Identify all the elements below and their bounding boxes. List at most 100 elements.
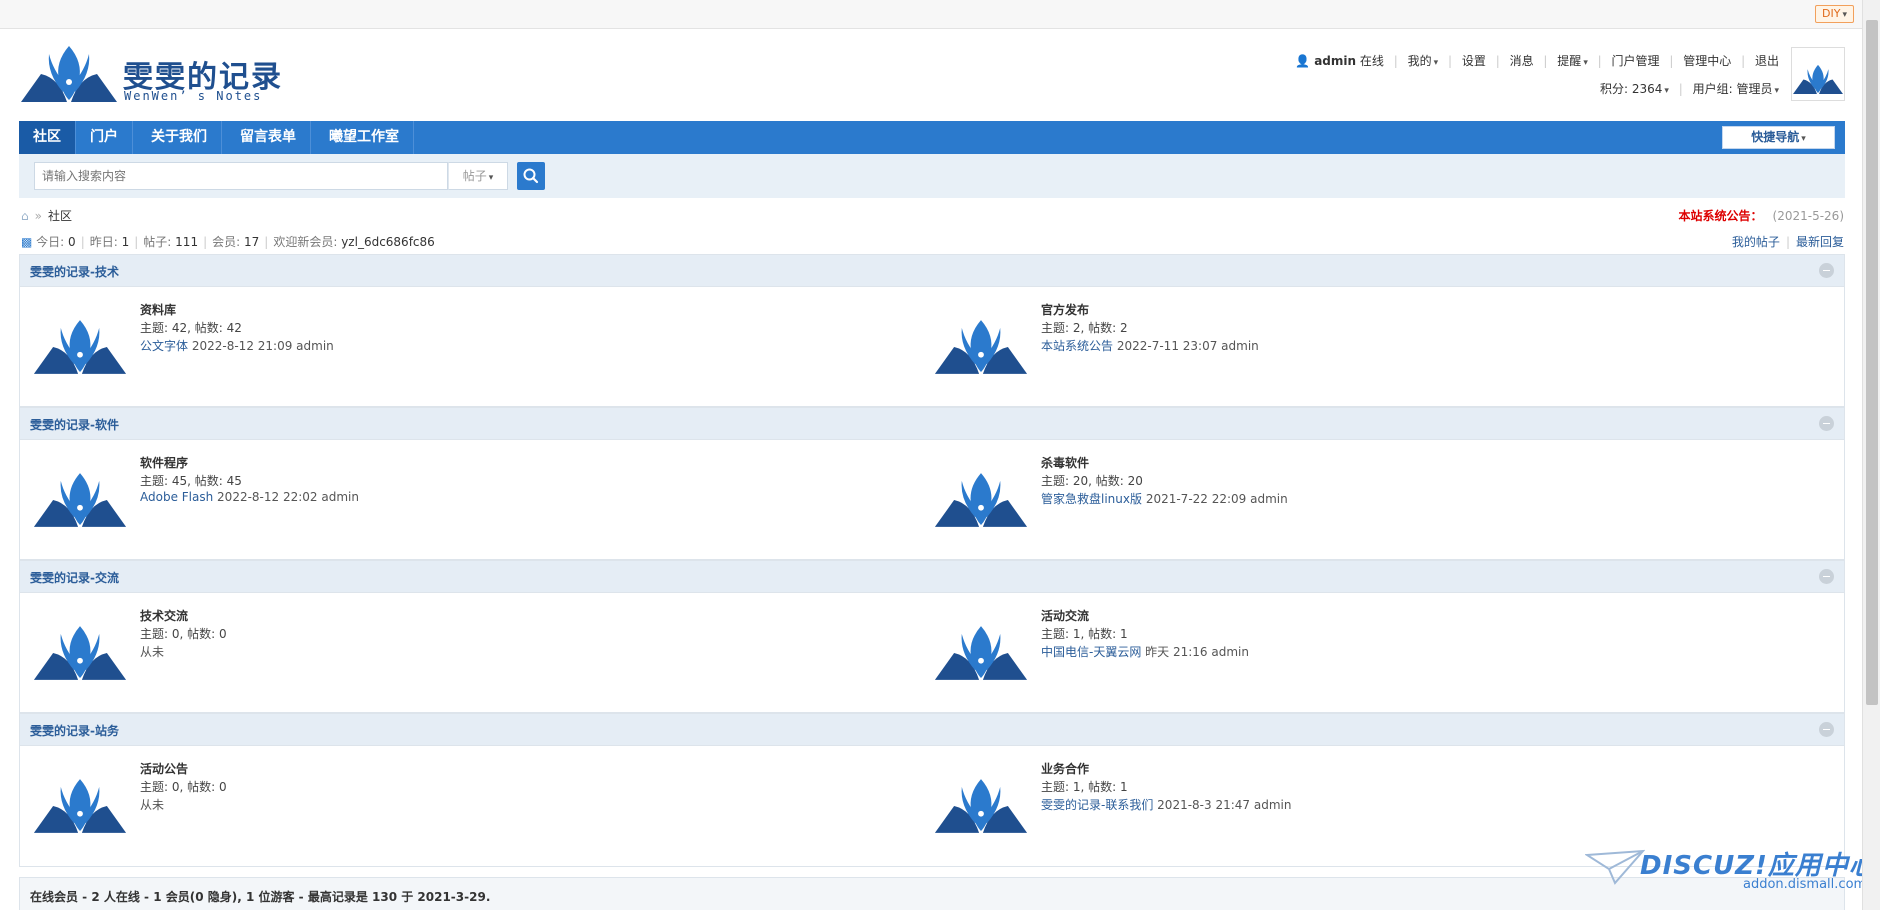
- forum-name[interactable]: 业务合作: [1041, 760, 1291, 778]
- section-title[interactable]: 雯雯的记录-技术: [30, 263, 119, 280]
- forum-last-post: 管家急救盘linux版 2021-7-22 22:09 admin: [1041, 492, 1288, 506]
- section-title[interactable]: 雯雯的记录-软件: [30, 416, 119, 433]
- forum-counts: 主题: 42, 帖数: 42: [140, 321, 242, 335]
- collapse-icon[interactable]: [1819, 569, 1834, 584]
- site-notice: 本站系统公告： (2021-5-26): [1679, 207, 1844, 224]
- forum-book-icon[interactable]: [32, 315, 128, 381]
- last-post-link[interactable]: Adobe Flash: [140, 490, 213, 504]
- forum-book-icon[interactable]: [32, 774, 128, 840]
- forum-counts: 主题: 2, 帖数: 2: [1041, 321, 1128, 335]
- usergroup-menu[interactable]: 用户组: 管理员 ▾: [1693, 80, 1779, 97]
- nav-item-guestbook[interactable]: 留言表单: [226, 121, 311, 154]
- forum-name[interactable]: 资料库: [140, 301, 334, 319]
- quick-links: 我的帖子 | 最新回复: [1731, 235, 1844, 249]
- forum-book-icon[interactable]: [32, 621, 128, 687]
- book-logo-icon: [21, 46, 117, 102]
- chart-icon: ▩: [21, 235, 33, 249]
- home-icon[interactable]: ⌂: [21, 209, 29, 223]
- search-button[interactable]: [517, 162, 545, 190]
- quick-nav-button[interactable]: 快捷导航 ▾: [1722, 126, 1835, 149]
- site-header: 雯雯的记录 WenWen’ s Notes 👤 admin 在线 | 我的 ▾ |…: [19, 40, 1845, 120]
- section-header: 雯雯的记录-站务: [20, 714, 1844, 746]
- watermark-url: addon.dismall.com: [1743, 877, 1867, 892]
- scrollbar-thumb[interactable]: [1866, 20, 1878, 705]
- forum-last-post: 雯雯的记录-联系我们 2021-8-3 21:47 admin: [1041, 798, 1292, 812]
- forum-book-icon[interactable]: [32, 468, 128, 534]
- forum-name[interactable]: 软件程序: [140, 454, 359, 472]
- forum-last-post: 从未: [140, 645, 165, 659]
- forum-name[interactable]: 活动公告: [140, 760, 227, 778]
- search-type-select[interactable]: 帖子 ▾: [448, 162, 508, 190]
- forum-last-post: 公文字体 2022-8-12 21:09 admin: [140, 339, 334, 353]
- breadcrumb-current[interactable]: 社区: [48, 209, 72, 223]
- forum-book-icon[interactable]: [933, 468, 1029, 534]
- forum-name[interactable]: 杀毒软件: [1041, 454, 1288, 472]
- my-menu[interactable]: 我的 ▾: [1408, 52, 1439, 69]
- last-post-link[interactable]: 中国电信-天翼云网: [1041, 645, 1141, 659]
- forum-item: 技术交流 主题: 0, 帖数: 0 从未: [20, 593, 920, 713]
- settings-link[interactable]: 设置: [1462, 52, 1486, 69]
- last-post-link[interactable]: 雯雯的记录-联系我们: [1041, 798, 1153, 812]
- forum-book-icon[interactable]: [933, 315, 1029, 381]
- section-header: 雯雯的记录-软件: [20, 408, 1844, 440]
- notice-date: (2021-5-26): [1772, 209, 1844, 223]
- last-post-link[interactable]: 公文字体: [140, 339, 188, 353]
- top-toolbar: DIY ▾: [0, 0, 1862, 29]
- forum-counts: 主题: 20, 帖数: 20: [1041, 474, 1143, 488]
- admin-center-link[interactable]: 管理中心: [1683, 52, 1731, 69]
- last-post-link[interactable]: 管家急救盘linux版: [1041, 492, 1142, 506]
- paper-plane-icon: [1585, 849, 1645, 885]
- online-status: 在线: [1359, 54, 1384, 68]
- notice-link[interactable]: 本站系统公告：: [1679, 209, 1763, 223]
- forum-book-icon[interactable]: [933, 774, 1029, 840]
- avatar[interactable]: [1791, 47, 1845, 101]
- site-subtitle: WenWen’ s Notes: [124, 89, 263, 103]
- forum-last-post: 本站系统公告 2022-7-11 23:07 admin: [1041, 339, 1259, 353]
- search-input[interactable]: [34, 162, 448, 190]
- forum-item: 官方发布 主题: 2, 帖数: 2 本站系统公告 2022-7-11 23:07…: [921, 287, 1821, 407]
- forum-last-post: 中国电信-天翼云网 昨天 21:16 admin: [1041, 645, 1249, 659]
- forum-section: 雯雯的记录-软件 软件程序 主题: 45, 帖数: 45 Adobe Flash…: [19, 407, 1845, 560]
- newest-member-link[interactable]: yzl_6dc686fc86: [341, 235, 435, 249]
- main-nav: 社区 门户 关于我们 留言表单 曦望工作室 快捷导航 ▾: [19, 121, 1845, 154]
- chevron-down-icon: ▾: [488, 173, 494, 183]
- forum-item: 软件程序 主题: 45, 帖数: 45 Adobe Flash 2022-8-1…: [20, 440, 920, 560]
- chevron-down-icon: ▾: [1842, 10, 1847, 20]
- collapse-icon[interactable]: [1819, 722, 1834, 737]
- nav-item-about[interactable]: 关于我们: [137, 121, 222, 154]
- section-title[interactable]: 雯雯的记录-交流: [30, 569, 119, 586]
- reminders-menu[interactable]: 提醒 ▾: [1557, 52, 1588, 69]
- forum-counts: 主题: 0, 帖数: 0: [140, 780, 227, 794]
- credits-menu[interactable]: 积分: 2364 ▾: [1600, 80, 1669, 97]
- latest-replies-link[interactable]: 最新回复: [1796, 235, 1844, 249]
- user-menu: 👤 admin 在线 | 我的 ▾ | 设置 | 消息 | 提醒 ▾ | 门户管理 …: [1295, 52, 1779, 69]
- diy-button[interactable]: DIY ▾: [1815, 5, 1854, 23]
- online-users-text[interactable]: 在线会员 - 2 人在线 - 1 会员(0 隐身), 1 位游客 - 最高记录是…: [30, 888, 490, 905]
- forum-item: 杀毒软件 主题: 20, 帖数: 20 管家急救盘linux版 2021-7-2…: [921, 440, 1821, 560]
- section-title[interactable]: 雯雯的记录-站务: [30, 722, 119, 739]
- forum-book-icon[interactable]: [933, 621, 1029, 687]
- logout-link[interactable]: 退出: [1755, 52, 1779, 69]
- forum-name[interactable]: 技术交流: [140, 607, 227, 625]
- site-logo[interactable]: 雯雯的记录 WenWen’ s Notes: [19, 44, 281, 106]
- nav-item-community[interactable]: 社区: [19, 121, 76, 154]
- my-posts-link[interactable]: 我的帖子: [1732, 235, 1780, 249]
- username-link[interactable]: admin: [1314, 54, 1356, 68]
- messages-link[interactable]: 消息: [1510, 52, 1534, 69]
- scrollbar[interactable]: [1862, 0, 1880, 910]
- last-post-link[interactable]: 本站系统公告: [1041, 339, 1113, 353]
- nav-item-studio[interactable]: 曦望工作室: [315, 121, 414, 154]
- online-users-bar: 在线会员 - 2 人在线 - 1 会员(0 隐身), 1 位游客 - 最高记录是…: [19, 877, 1845, 910]
- forum-name[interactable]: 活动交流: [1041, 607, 1249, 625]
- collapse-icon[interactable]: [1819, 263, 1834, 278]
- forum-section: 雯雯的记录-站务 活动公告 主题: 0, 帖数: 0 从未 业务合作 主题: 1…: [19, 713, 1845, 867]
- collapse-icon[interactable]: [1819, 416, 1834, 431]
- portal-admin-link[interactable]: 门户管理: [1612, 52, 1660, 69]
- forum-last-post: 从未: [140, 798, 165, 812]
- forum-item: 资料库 主题: 42, 帖数: 42 公文字体 2022-8-12 21:09 …: [20, 287, 920, 407]
- nav-item-portal[interactable]: 门户: [76, 121, 133, 154]
- user-icon: 👤: [1295, 54, 1311, 68]
- breadcrumb: ⌂» 社区: [21, 209, 72, 223]
- forum-name[interactable]: 官方发布: [1041, 301, 1259, 319]
- forum-counts: 主题: 45, 帖数: 45: [140, 474, 242, 488]
